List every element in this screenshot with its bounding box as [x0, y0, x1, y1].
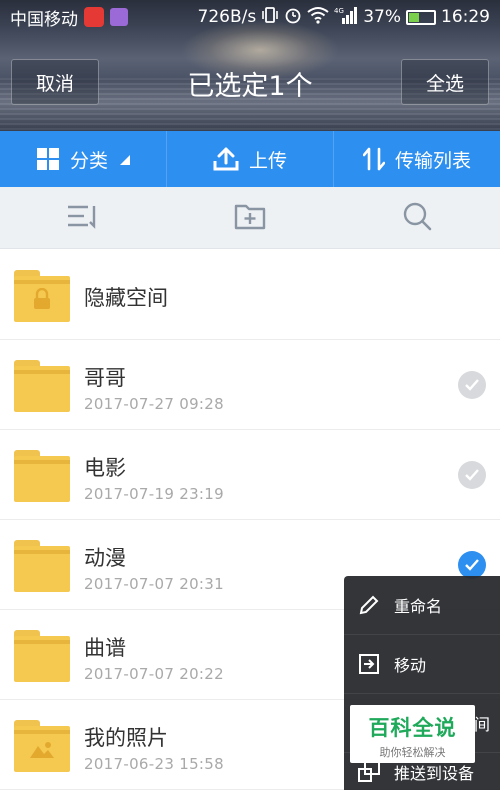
file-name: 动漫 — [84, 546, 126, 570]
carrier-label: 中国移动 — [10, 9, 78, 30]
file-name: 隐藏空间 — [84, 286, 168, 310]
select-checkbox[interactable] — [458, 371, 486, 399]
select-checkbox-checked[interactable] — [458, 551, 486, 579]
upload-icon — [213, 147, 239, 171]
file-date: 2017-07-07 20:22 — [84, 665, 224, 683]
network-type-label: 4G — [334, 7, 344, 15]
move-menu-item[interactable]: 移动 — [344, 635, 500, 693]
dropdown-triangle-icon — [118, 148, 130, 170]
battery-percent: 37% — [363, 7, 401, 27]
transfer-list-label: 传输列表 — [394, 149, 471, 172]
vibrate-icon — [261, 6, 279, 28]
classify-label: 分类 — [69, 149, 108, 172]
status-bar: 中国移动 726B/s 4G 37% 16:29 — [0, 0, 500, 34]
file-date: 2017-06-23 15:58 — [84, 755, 224, 773]
select-checkbox[interactable] — [458, 461, 486, 489]
top-bar: 取消 已选定1个 全选 — [0, 56, 500, 110]
new-folder-button[interactable] — [167, 187, 334, 248]
list-item-gege[interactable]: 哥哥 2017-07-27 09:28 — [0, 340, 500, 430]
transfer-arrows-icon — [362, 147, 385, 171]
select-all-button[interactable]: 全选 — [401, 59, 489, 105]
check-icon — [465, 559, 479, 571]
wifi-icon — [307, 6, 329, 28]
file-date: 2017-07-19 23:19 — [84, 485, 224, 503]
upload-label: 上传 — [248, 149, 287, 172]
action-bar: 分类 上传 传输列表 — [0, 131, 500, 187]
rename-label: 重命名 — [394, 597, 443, 616]
signal-icon: 4G — [334, 6, 358, 28]
watermark-logo: 百科全说 助你轻松解决 — [350, 705, 475, 763]
image-folder-icon — [14, 720, 70, 772]
folder-icon — [14, 540, 70, 592]
watermark-main-text: 百科全说 — [368, 716, 457, 740]
lock-folder-icon — [14, 270, 70, 322]
file-name: 哥哥 — [84, 366, 126, 390]
folder-icon — [14, 630, 70, 682]
new-folder-icon — [234, 202, 266, 234]
grid-icon — [36, 147, 60, 171]
net-speed: 726B/s — [197, 7, 257, 27]
clock: 16:29 — [441, 7, 490, 27]
app-notification-icon — [84, 7, 104, 27]
folder-icon — [14, 360, 70, 412]
file-date: 2017-07-07 20:31 — [84, 575, 224, 593]
file-name: 曲谱 — [84, 636, 126, 660]
partial-label: 间 — [473, 715, 490, 734]
check-icon — [465, 469, 479, 481]
search-icon — [402, 201, 432, 235]
battery-icon — [406, 9, 436, 25]
move-label: 移动 — [394, 656, 427, 675]
transfer-list-button[interactable]: 传输列表 — [334, 131, 500, 187]
sort-button[interactable] — [0, 187, 167, 248]
file-name: 电影 — [84, 456, 126, 480]
sort-icon — [66, 203, 100, 233]
watermark-sub-text: 助你轻松解决 — [379, 746, 446, 759]
file-name: 我的照片 — [84, 726, 168, 750]
file-date: 2017-07-27 09:28 — [84, 395, 224, 413]
list-item-movies[interactable]: 电影 2017-07-19 23:19 — [0, 430, 500, 520]
gallery-notification-icon — [110, 8, 128, 26]
alarm-icon — [284, 6, 302, 28]
list-item-hidden-space[interactable]: 隐藏空间 — [0, 250, 500, 340]
tool-row — [0, 187, 500, 249]
upload-button[interactable]: 上传 — [167, 131, 334, 187]
search-button[interactable] — [333, 187, 500, 248]
rename-menu-item[interactable]: 重命名 — [344, 576, 500, 634]
push-to-device-label: 推送到设备 — [394, 763, 475, 783]
check-icon — [465, 379, 479, 391]
classify-button[interactable]: 分类 — [0, 131, 167, 187]
pencil-icon — [358, 594, 380, 616]
folder-icon — [14, 450, 70, 502]
push-device-icon — [358, 760, 380, 783]
move-icon — [358, 653, 380, 675]
